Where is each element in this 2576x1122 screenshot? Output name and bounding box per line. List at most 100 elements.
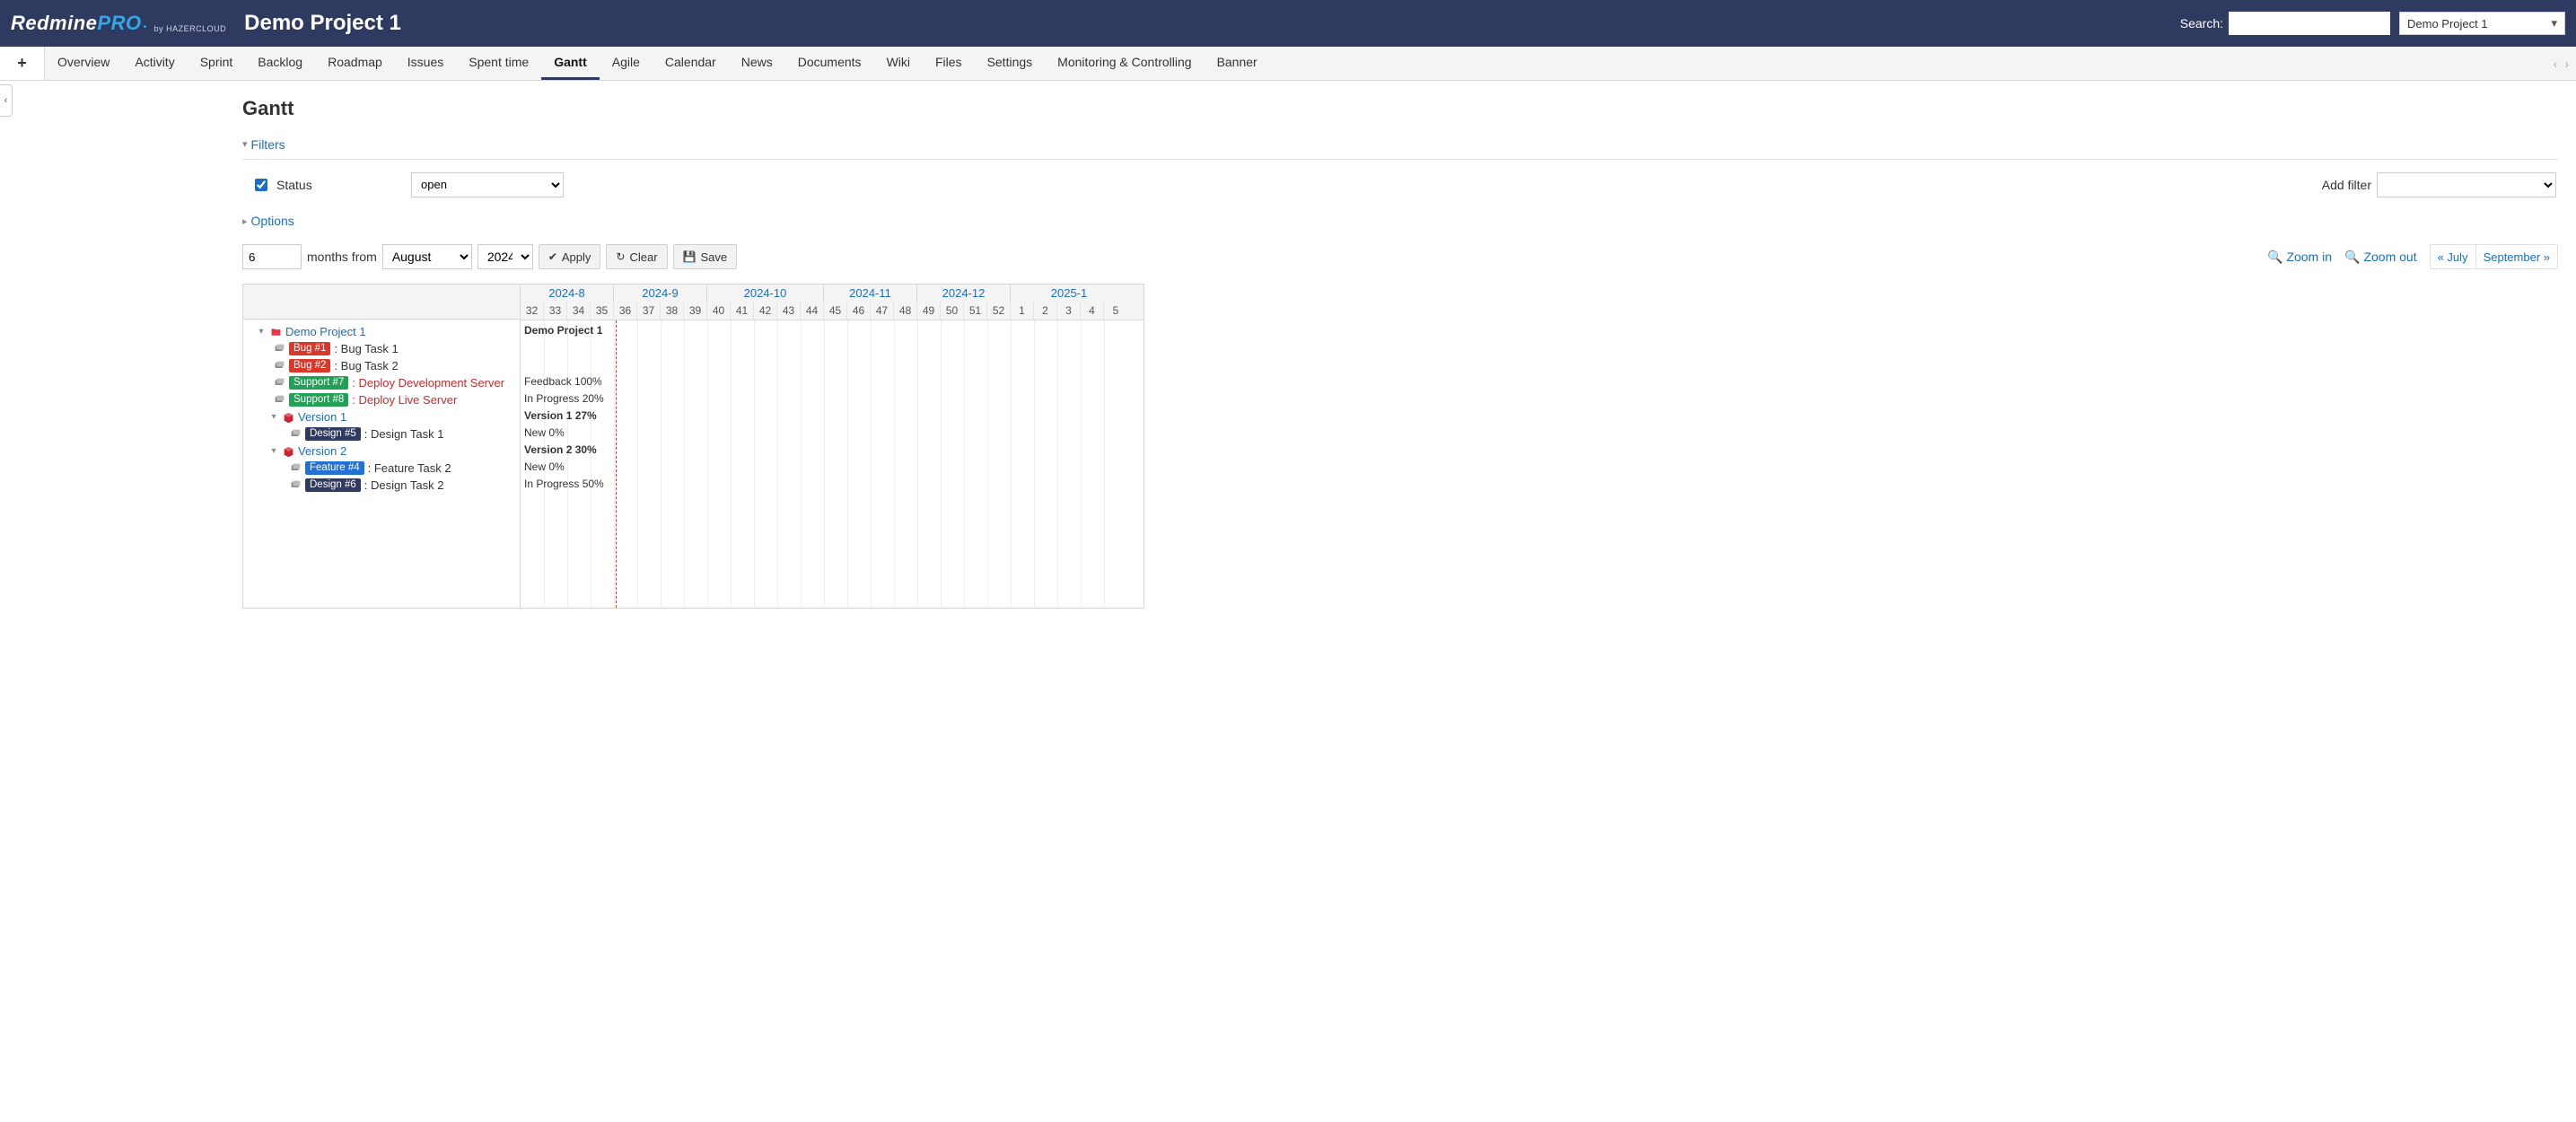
tab-documents[interactable]: Documents xyxy=(785,47,874,80)
issue-title[interactable]: : Bug Task 2 xyxy=(334,359,398,373)
tab-monitoring-controlling[interactable]: Monitoring & Controlling xyxy=(1045,47,1204,80)
zoom-in-icon: 🔍 xyxy=(2267,250,2282,265)
week-header: 40 xyxy=(707,302,731,320)
add-filter-label: Add filter xyxy=(2322,178,2371,192)
month-header[interactable]: 2024-12 xyxy=(917,285,1011,302)
issue-badge[interactable]: Support #8 xyxy=(289,393,348,407)
project-selector-value: Demo Project 1 xyxy=(2407,17,2488,31)
status-filter-checkbox[interactable] xyxy=(255,179,267,191)
tab-spent-time[interactable]: Spent time xyxy=(456,47,541,80)
tab-roadmap[interactable]: Roadmap xyxy=(315,47,395,80)
next-month-link[interactable]: September » xyxy=(2476,245,2557,268)
expander-icon[interactable]: ▾ xyxy=(256,327,267,337)
save-button[interactable]: 💾Save xyxy=(673,244,738,269)
issue-icon xyxy=(290,462,302,474)
issue-badge[interactable]: Support #7 xyxy=(289,376,348,390)
tab-calendar[interactable]: Calendar xyxy=(653,47,729,80)
tree-version-row[interactable]: ▾ Version 2 xyxy=(249,443,520,460)
gantt-row-label: Version 1 27% xyxy=(524,409,597,422)
project-title[interactable]: Demo Project 1 xyxy=(244,11,401,36)
tab-files[interactable]: Files xyxy=(923,47,975,80)
tabs-scroll-right[interactable]: › xyxy=(2564,57,2569,71)
sidebar-collapse-handle[interactable]: ‹ xyxy=(0,84,13,117)
week-header: 3 xyxy=(1057,302,1081,320)
gantt-row-label: Feedback 100% xyxy=(524,375,602,388)
tab-news[interactable]: News xyxy=(729,47,785,80)
tab-gantt[interactable]: Gantt xyxy=(541,47,600,80)
issue-title[interactable]: : Deploy Live Server xyxy=(352,393,457,407)
prev-month-link[interactable]: « July xyxy=(2431,245,2475,268)
tree-issue-row[interactable]: Support #7 : Deploy Development Server xyxy=(249,374,520,391)
month-header[interactable]: 2024-10 xyxy=(707,285,824,302)
reload-icon: ↻ xyxy=(616,250,625,263)
status-filter-label: Status xyxy=(276,178,402,192)
today-line xyxy=(616,320,617,608)
week-header: 4 xyxy=(1081,302,1104,320)
expander-icon[interactable]: ▾ xyxy=(268,446,279,456)
tab-wiki[interactable]: Wiki xyxy=(874,47,923,80)
issue-title[interactable]: : Deploy Development Server xyxy=(352,376,504,390)
tab-agile[interactable]: Agile xyxy=(600,47,653,80)
version-link[interactable]: Version 1 xyxy=(298,410,346,424)
tab-banner[interactable]: Banner xyxy=(1205,47,1270,80)
week-header: 35 xyxy=(591,302,614,320)
month-header[interactable]: 2024-8 xyxy=(521,285,614,302)
tab-backlog[interactable]: Backlog xyxy=(245,47,315,80)
tree-issue-row[interactable]: Design #5: Design Task 1 xyxy=(249,425,520,443)
issue-title[interactable]: : Design Task 1 xyxy=(364,427,444,441)
tab-issues[interactable]: Issues xyxy=(395,47,456,80)
project-selector[interactable]: Demo Project 1 ▾ xyxy=(2399,12,2565,35)
issue-badge[interactable]: Bug #1 xyxy=(289,342,330,355)
month-header[interactable]: 2025-1 xyxy=(1011,285,1127,302)
chevron-right-icon: ▸ xyxy=(242,215,248,227)
tree-issue-row[interactable]: Bug #1 : Bug Task 1 xyxy=(249,340,520,357)
apply-button[interactable]: ✔Apply xyxy=(539,244,601,269)
issue-icon xyxy=(274,377,285,389)
tree-issue-row[interactable]: Bug #2 : Bug Task 2 xyxy=(249,357,520,374)
issue-badge[interactable]: Bug #2 xyxy=(289,359,330,373)
week-header: 33 xyxy=(544,302,567,320)
issue-badge[interactable]: Design #6 xyxy=(305,478,361,492)
issue-title[interactable]: : Feature Task 2 xyxy=(368,461,451,475)
status-filter-select[interactable]: open xyxy=(411,172,564,197)
week-header: 43 xyxy=(777,302,801,320)
clear-button[interactable]: ↻Clear xyxy=(606,244,667,269)
month-header[interactable]: 2024-9 xyxy=(614,285,707,302)
logo[interactable]: RedminePRO • by HAZERCLOUD xyxy=(11,12,226,35)
issue-badge[interactable]: Feature #4 xyxy=(305,461,364,475)
week-header: 46 xyxy=(847,302,871,320)
options-toggle[interactable]: ▸ Options xyxy=(242,214,294,228)
timeline-body[interactable]: Demo Project 1Feedback 100%In Progress 2… xyxy=(521,320,1143,608)
filters-toggle[interactable]: ▾ Filters xyxy=(242,137,285,152)
months-input[interactable] xyxy=(242,244,302,269)
project-link[interactable]: Demo Project 1 xyxy=(285,325,366,338)
zoom-out-link[interactable]: 🔍Zoom out xyxy=(2344,250,2417,265)
filters-label: Filters xyxy=(251,137,285,152)
tab-overview[interactable]: Overview xyxy=(45,47,122,80)
tree-version-row[interactable]: ▾ Version 1 xyxy=(249,408,520,425)
tab-sprint[interactable]: Sprint xyxy=(188,47,246,80)
gantt-timeline[interactable]: 2024-82024-92024-102024-112024-122025-1 … xyxy=(521,285,1143,608)
tree-issue-row[interactable]: Feature #4 : Feature Task 2 xyxy=(249,460,520,477)
issue-badge[interactable]: Design #5 xyxy=(305,427,361,441)
issue-icon xyxy=(274,343,285,355)
version-link[interactable]: Version 2 xyxy=(298,444,346,458)
tree-issue-row[interactable]: Design #6: Design Task 2 xyxy=(249,477,520,494)
month-header[interactable]: 2024-11 xyxy=(824,285,917,302)
tree-issue-row[interactable]: Support #8 : Deploy Live Server xyxy=(249,391,520,408)
year-select[interactable]: 2024 xyxy=(478,244,533,269)
month-select[interactable]: August xyxy=(382,244,472,269)
add-filter-select[interactable] xyxy=(2377,172,2556,197)
zoom-in-link[interactable]: 🔍Zoom in xyxy=(2267,250,2332,265)
search-input[interactable] xyxy=(2229,12,2390,35)
expander-icon[interactable]: ▾ xyxy=(268,412,279,422)
issue-title[interactable]: : Bug Task 1 xyxy=(334,342,398,355)
tab-activity[interactable]: Activity xyxy=(122,47,187,80)
package-icon xyxy=(283,410,294,423)
tabs-scroll-left[interactable]: ‹ xyxy=(2554,57,2558,71)
top-header: RedminePRO • by HAZERCLOUD Demo Project … xyxy=(0,0,2576,47)
tree-project-row[interactable]: ▾ Demo Project 1 xyxy=(249,323,520,340)
tab-settings[interactable]: Settings xyxy=(975,47,1046,80)
new-tab-button[interactable]: + xyxy=(0,47,45,80)
issue-title[interactable]: : Design Task 2 xyxy=(364,478,444,492)
